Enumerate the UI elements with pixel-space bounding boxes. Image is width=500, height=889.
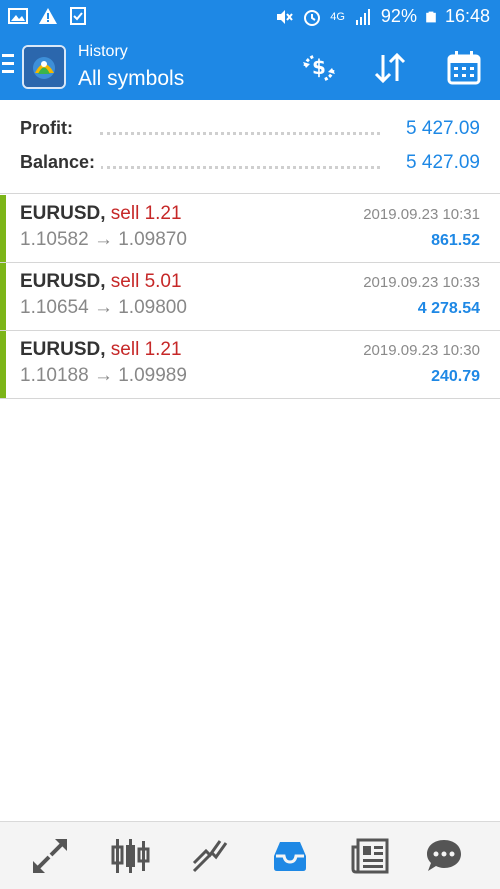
battery-icon bbox=[426, 11, 436, 22]
app-bar: History All symbols $ bbox=[0, 34, 500, 100]
screen-title-small: History bbox=[78, 43, 128, 60]
trade-icon[interactable] bbox=[190, 836, 230, 876]
deal-side-volume: sell 5.01 bbox=[110, 271, 182, 292]
profit-indicator-bar bbox=[0, 331, 6, 398]
mute-icon bbox=[277, 9, 294, 24]
deal-profit: 4 278.54 bbox=[417, 300, 480, 317]
chart-icon[interactable] bbox=[110, 836, 150, 876]
warning-notification-icon bbox=[39, 8, 57, 24]
profit-row: Profit: 5 427.09 bbox=[20, 118, 480, 144]
deal-time: 2019.09.23 10:31 bbox=[363, 206, 480, 223]
deal-row[interactable]: EURUSD, sell 5.01 1.10654 → 1.09800 2019… bbox=[0, 263, 500, 331]
profit-label: Profit: bbox=[20, 118, 79, 139]
status-bar: 4G 92% 16:48 bbox=[0, 0, 500, 34]
app-logo bbox=[22, 45, 66, 89]
deal-row[interactable]: EURUSD, sell 1.21 1.10188 → 1.09989 2019… bbox=[0, 331, 500, 399]
clock: 16:48 bbox=[444, 6, 490, 26]
deal-symbol: EURUSD, bbox=[20, 203, 106, 224]
deal-title: EURUSD, sell 1.21 bbox=[20, 203, 182, 225]
currency-exchange-icon[interactable]: $ bbox=[299, 48, 339, 88]
deal-side-volume: sell 1.21 bbox=[110, 203, 182, 224]
summary-panel: Profit: 5 427.09 Balance: 5 427.09 bbox=[0, 100, 500, 194]
network-type: 4G bbox=[330, 10, 345, 23]
deal-symbol: EURUSD, bbox=[20, 271, 106, 292]
deal-title: EURUSD, sell 5.01 bbox=[20, 271, 182, 293]
chat-icon[interactable] bbox=[424, 836, 464, 876]
svg-text:$: $ bbox=[312, 55, 326, 79]
symbol-filter-title[interactable]: All symbols bbox=[78, 67, 184, 91]
deal-profit: 861.52 bbox=[431, 232, 480, 249]
news-icon[interactable] bbox=[350, 836, 390, 876]
balance-row: Balance: 5 427.09 bbox=[20, 152, 480, 178]
gallery-notification-icon bbox=[8, 8, 28, 24]
deal-profit: 240.79 bbox=[431, 368, 480, 385]
bottom-navigation bbox=[0, 821, 500, 889]
deal-title: EURUSD, sell 1.21 bbox=[20, 339, 182, 361]
balance-label: Balance: bbox=[20, 152, 102, 173]
alarm-icon bbox=[304, 9, 321, 26]
deal-prices: 1.10654 → 1.09800 bbox=[20, 297, 187, 318]
balance-value: 5 427.09 bbox=[400, 152, 480, 174]
deal-time: 2019.09.23 10:33 bbox=[363, 274, 480, 291]
deal-symbol: EURUSD, bbox=[20, 339, 106, 360]
menu-icon[interactable] bbox=[0, 54, 16, 80]
calendar-icon[interactable] bbox=[444, 48, 484, 88]
deal-prices: 1.10188 → 1.09989 bbox=[20, 365, 187, 386]
profit-leader-dots bbox=[100, 132, 380, 135]
balance-leader-dots bbox=[100, 166, 380, 169]
sort-icon[interactable] bbox=[370, 48, 410, 88]
deal-time: 2019.09.23 10:30 bbox=[363, 342, 480, 359]
profit-indicator-bar bbox=[0, 263, 6, 330]
quotes-icon[interactable] bbox=[30, 836, 70, 876]
deal-row[interactable]: EURUSD, sell 1.21 1.10582 → 1.09870 2019… bbox=[0, 195, 500, 263]
signal-icon bbox=[355, 8, 370, 25]
profit-value: 5 427.09 bbox=[400, 118, 480, 140]
deal-prices: 1.10582 → 1.09870 bbox=[20, 229, 187, 250]
battery-percent: 92% bbox=[380, 6, 417, 26]
history-icon[interactable] bbox=[270, 836, 310, 876]
checklist-notification-icon bbox=[70, 7, 86, 25]
profit-indicator-bar bbox=[0, 195, 6, 262]
deal-side-volume: sell 1.21 bbox=[110, 339, 182, 360]
